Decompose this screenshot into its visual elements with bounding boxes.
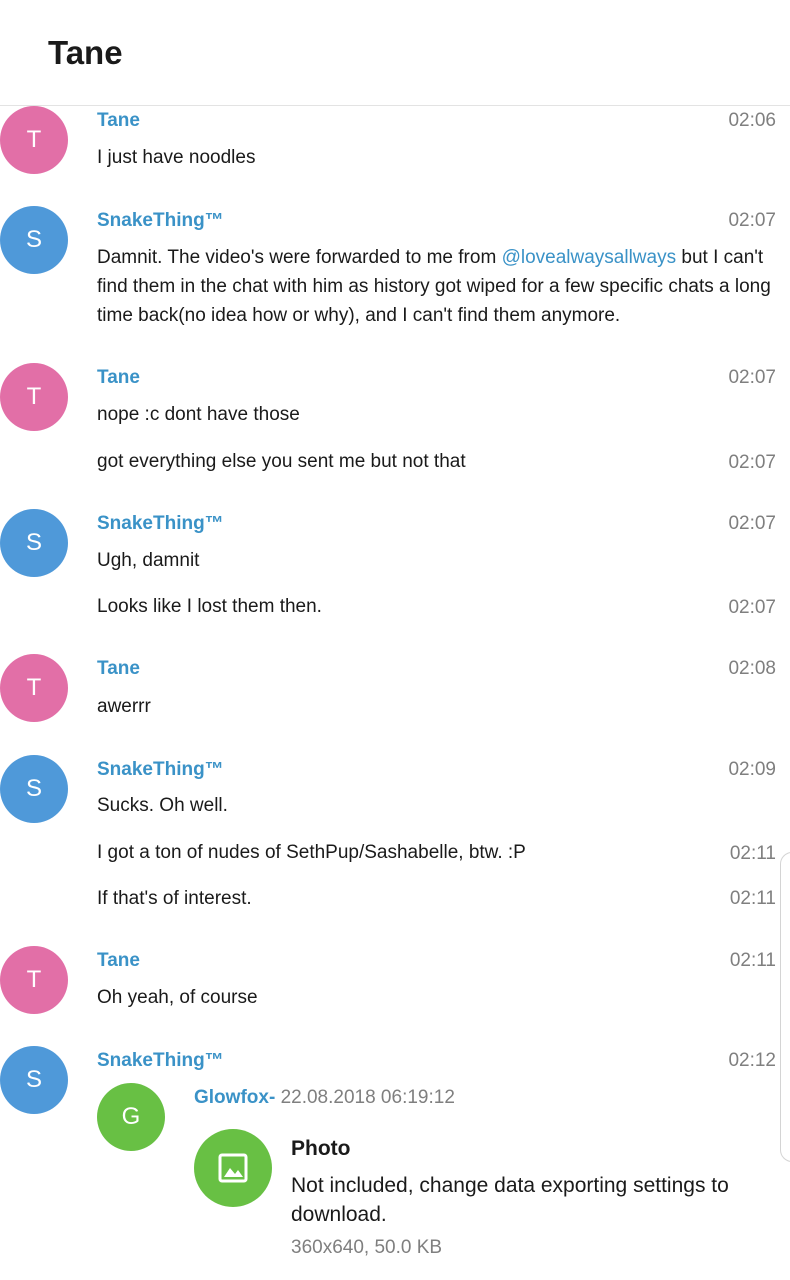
message-sender[interactable]: SnakeThing™	[97, 759, 224, 781]
message-text: Looks like I lost them then.	[97, 596, 322, 617]
photo-title: Photo	[291, 1137, 351, 1160]
message-sender[interactable]: SnakeThing™	[97, 1050, 224, 1072]
chat-header: Tane	[0, 0, 790, 106]
message-time: 02:07	[728, 367, 776, 388]
message-time: 02:09	[728, 759, 776, 780]
message-text: I got a ton of nudes of SethPup/Sashabel…	[97, 842, 526, 863]
photo-description: Not included, change data exporting sett…	[291, 1174, 729, 1226]
message-sender[interactable]: Tane	[97, 950, 140, 972]
forwarded-sender-name[interactable]: Glowfox-	[194, 1087, 275, 1108]
message-text: Oh yeah, of course	[97, 987, 258, 1008]
avatar-tane[interactable]: T	[0, 654, 68, 722]
avatar-tane[interactable]: T	[0, 946, 68, 1014]
message-time: 02:11	[729, 843, 776, 864]
message-time: 02:07	[728, 597, 776, 618]
avatar-tane[interactable]: T	[0, 106, 68, 174]
message-sender[interactable]: Tane	[97, 110, 140, 132]
message-text: Sucks. Oh well.	[97, 795, 228, 816]
message-sender[interactable]: SnakeThing™	[97, 513, 224, 535]
message-time: 02:08	[728, 658, 776, 679]
scroll-handle[interactable]	[780, 852, 790, 1162]
message-time: 02:06	[728, 110, 776, 131]
forwarded-from: Glowfox- 22.08.2018 06:19:12	[194, 1087, 455, 1109]
avatar-snakething[interactable]: S	[0, 1046, 68, 1114]
message-text: Ugh, damnit	[97, 550, 200, 571]
message-time: 02:12	[728, 1050, 776, 1071]
message-text: If that's of interest.	[97, 888, 252, 909]
message-time: 02:07	[728, 513, 776, 534]
message-text: I just have noodles	[97, 147, 256, 168]
message-time: 02:11	[729, 950, 776, 971]
message-text: got everything else you sent me but not …	[97, 451, 466, 472]
avatar-glowfox[interactable]: G	[97, 1083, 165, 1151]
message-sender[interactable]: Tane	[97, 658, 140, 680]
avatar-tane[interactable]: T	[0, 363, 68, 431]
chat-title: Tane	[48, 34, 123, 71]
message-text: Damnit. The video's were forwarded to me…	[97, 243, 781, 330]
message-text: awerrr	[97, 696, 151, 717]
message-time: 02:11	[729, 888, 776, 909]
forwarded-date: 22.08.2018 06:19:12	[280, 1087, 455, 1108]
photo-size-info: 360x640, 50.0 KB	[291, 1237, 443, 1258]
avatar-snakething[interactable]: S	[0, 206, 68, 274]
avatar-snakething[interactable]: S	[0, 755, 68, 823]
mention-link[interactable]: @lovealwaysallways	[502, 247, 677, 268]
message-text: nope :c dont have those	[97, 404, 300, 425]
message-sender[interactable]: SnakeThing™	[97, 210, 224, 232]
message-sender[interactable]: Tane	[97, 367, 140, 389]
message-time: 02:07	[728, 452, 776, 473]
avatar-snakething[interactable]: S	[0, 509, 68, 577]
image-icon[interactable]	[194, 1129, 272, 1207]
message-time: 02:07	[728, 210, 776, 231]
chat-export-page: Tane T Tane 02:06 I just have noodles S …	[0, 0, 790, 1280]
message-text-part: Damnit. The video's were forwarded to me…	[97, 247, 502, 268]
